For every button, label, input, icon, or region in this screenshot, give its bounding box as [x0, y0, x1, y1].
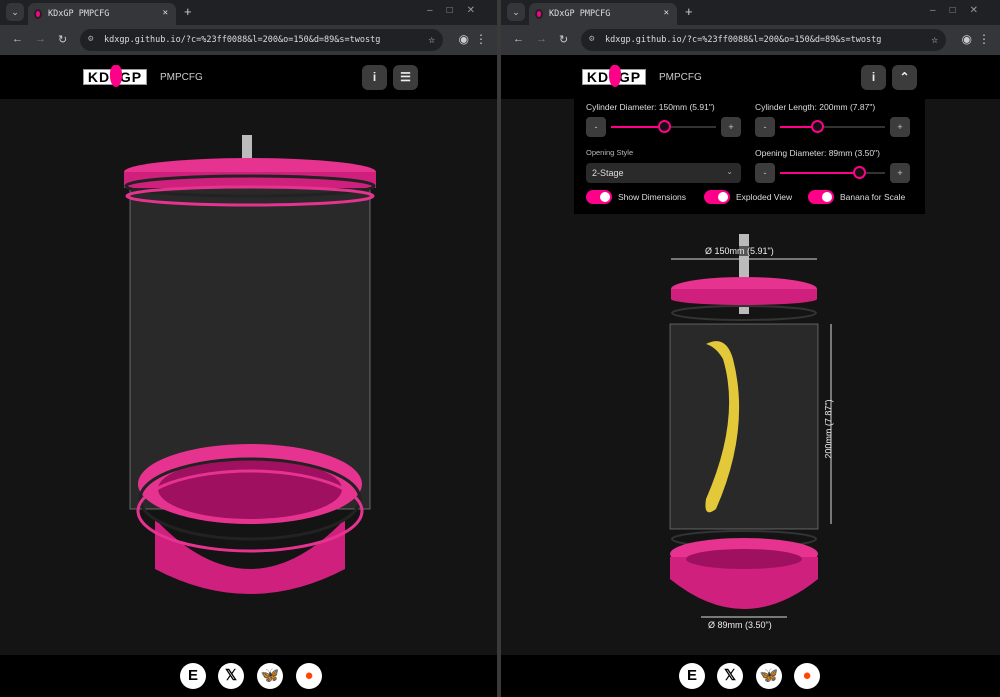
cylinder-diameter-slider[interactable]: [611, 120, 716, 133]
toggle-label: Exploded View: [736, 192, 793, 202]
url-text: kdxgp.github.io/?c=%23ff0088&l=200&o=150…: [104, 35, 381, 45]
reddit-link-icon[interactable]: ●: [794, 663, 820, 689]
browser-tab[interactable]: KDxGP PMPCFG ✕: [28, 3, 176, 25]
window-controls[interactable]: –□✕: [930, 5, 992, 16]
decrease-button[interactable]: -: [586, 117, 606, 137]
cylinder-length-label: Cylinder Length: 200mm (7.87"): [755, 102, 876, 112]
bluesky-link-icon[interactable]: 🦋: [756, 663, 782, 689]
browser-menu-icon[interactable]: ⋮: [475, 32, 487, 46]
tab-search-button[interactable]: ⌄: [6, 3, 24, 21]
exploded-view-toggle[interactable]: Exploded View: [704, 190, 792, 204]
url-text: kdxgp.github.io/?c=%23ff0088&l=200&o=150…: [605, 35, 882, 45]
profile-icon[interactable]: ◉: [459, 32, 469, 46]
reddit-link-icon[interactable]: ●: [296, 663, 322, 689]
app-name: PMPCFG: [659, 72, 702, 83]
close-tab-icon[interactable]: ✕: [664, 8, 669, 18]
tab-title: KDxGP PMPCFG: [48, 9, 110, 19]
opening-dimension-label: Ø 89mm (3.50"): [708, 620, 772, 630]
etsy-link-icon[interactable]: E: [679, 663, 705, 689]
address-bar[interactable]: ⚙ kdxgp.github.io/?c=%23ff0088&l=200&o=15…: [581, 29, 946, 51]
show-dimensions-toggle[interactable]: Show Dimensions: [586, 190, 686, 204]
cylinder-length-slider[interactable]: [780, 120, 885, 133]
footer: E 𝕏 🦋 ●: [501, 655, 1000, 697]
tab-title: KDxGP PMPCFG: [549, 9, 611, 19]
settings-panel: Cylinder Diameter: 150mm (5.91") - + Cyli…: [574, 98, 925, 214]
opening-style-label: Opening Style: [586, 148, 634, 157]
bookmark-star-icon[interactable]: ☆: [931, 33, 938, 46]
forward-icon[interactable]: →: [536, 33, 547, 45]
opening-diameter-slider[interactable]: [780, 166, 885, 179]
favicon-icon: [535, 9, 543, 19]
browser-menu-icon[interactable]: ⋮: [978, 32, 990, 46]
reload-icon[interactable]: ↻: [58, 33, 67, 46]
collapse-settings-button[interactable]: ⌃: [892, 65, 917, 90]
increase-button[interactable]: +: [890, 163, 910, 183]
glass-cylinder: [669, 323, 819, 530]
opening-style-value: 2-Stage: [592, 168, 624, 178]
address-bar[interactable]: ⚙ kdxgp.github.io/?c=%23ff0088&l=200&o=15…: [80, 29, 443, 51]
chevron-down-icon: ⌄: [726, 167, 733, 176]
tab-strip: ⌄ KDxGP PMPCFG ✕ + –□✕: [501, 0, 1000, 25]
browser-toolbar: ← → ↻ ⚙ kdxgp.github.io/?c=%23ff0088&l=20…: [501, 25, 1000, 55]
toggle-switch[interactable]: [704, 190, 730, 204]
etsy-link-icon[interactable]: E: [180, 663, 206, 689]
new-tab-button[interactable]: +: [184, 4, 192, 19]
forward-icon[interactable]: →: [35, 33, 46, 45]
toggle-label: Show Dimensions: [618, 192, 687, 202]
back-icon[interactable]: ←: [12, 33, 23, 45]
browser-window-right: ⌄ KDxGP PMPCFG ✕ + –□✕ ← → ↻ ⚙ kdxgp.githu…: [501, 0, 1000, 697]
toggle-switch[interactable]: [808, 190, 834, 204]
kdxgp-logo[interactable]: KD GP: [582, 65, 646, 87]
back-icon[interactable]: ←: [513, 33, 524, 45]
browser-window-left: ⌄ KDxGP PMPCFG ✕ + –□✕ ← → ↻ ⚙ kdxgp.githu…: [0, 0, 497, 697]
profile-icon[interactable]: ◉: [962, 32, 972, 46]
bluesky-link-icon[interactable]: 🦋: [257, 663, 283, 689]
increase-button[interactable]: +: [890, 117, 910, 137]
reload-icon[interactable]: ↻: [559, 33, 568, 46]
opening-style-select[interactable]: 2-Stage ⌄: [586, 163, 741, 183]
cylinder-diameter-label: Cylinder Diameter: 150mm (5.91"): [586, 102, 715, 112]
x-link-icon[interactable]: 𝕏: [218, 663, 244, 689]
toggle-switch[interactable]: [586, 190, 612, 204]
browser-tab[interactable]: KDxGP PMPCFG ✕: [529, 3, 677, 25]
app-name: PMPCFG: [160, 72, 203, 83]
decrease-button[interactable]: -: [755, 117, 775, 137]
decrease-button[interactable]: -: [755, 163, 775, 183]
banana-for-scale-toggle[interactable]: Banana for Scale: [808, 190, 905, 204]
opening-diameter-control: Opening Diameter: 89mm (3.50") - +: [755, 148, 910, 183]
x-link-icon[interactable]: 𝕏: [717, 663, 743, 689]
footer: E 𝕏 🦋 ●: [0, 655, 497, 697]
site-info-icon[interactable]: ⚙: [589, 34, 594, 44]
info-button[interactable]: i: [861, 65, 886, 90]
diameter-dimension-label: Ø 150mm (5.91"): [705, 246, 774, 256]
browser-toolbar: ← → ↻ ⚙ kdxgp.github.io/?c=%23ff0088&l=20…: [0, 25, 497, 55]
app-header: KD GP PMPCFG i ☰: [0, 55, 497, 99]
increase-button[interactable]: +: [721, 117, 741, 137]
cylinder-diameter-control: Cylinder Diameter: 150mm (5.91") - +: [586, 102, 741, 137]
kdxgp-logo[interactable]: KD GP: [83, 65, 147, 87]
bookmark-star-icon[interactable]: ☆: [428, 33, 435, 46]
opening-style-control: Opening Style 2-Stage ⌄: [586, 148, 741, 183]
toggle-label: Banana for Scale: [840, 192, 906, 202]
info-button[interactable]: i: [362, 65, 387, 90]
window-controls[interactable]: –□✕: [427, 5, 489, 16]
cylinder-length-control: Cylinder Length: 200mm (7.87") - +: [755, 102, 910, 137]
3d-viewport[interactable]: [0, 99, 497, 655]
close-tab-icon[interactable]: ✕: [163, 8, 168, 18]
tab-search-button[interactable]: ⌄: [507, 3, 525, 21]
opening-diameter-label: Opening Diameter: 89mm (3.50"): [755, 148, 880, 158]
favicon-icon: [34, 9, 42, 19]
site-info-icon[interactable]: ⚙: [88, 34, 93, 44]
new-tab-button[interactable]: +: [685, 4, 693, 19]
app-header: KD GP PMPCFG i ⌃: [501, 55, 1000, 99]
tab-strip: ⌄ KDxGP PMPCFG ✕ + –□✕: [0, 0, 497, 25]
settings-button[interactable]: ☰: [393, 65, 418, 90]
length-dimension-label: 200mm (7.87"): [823, 399, 834, 459]
